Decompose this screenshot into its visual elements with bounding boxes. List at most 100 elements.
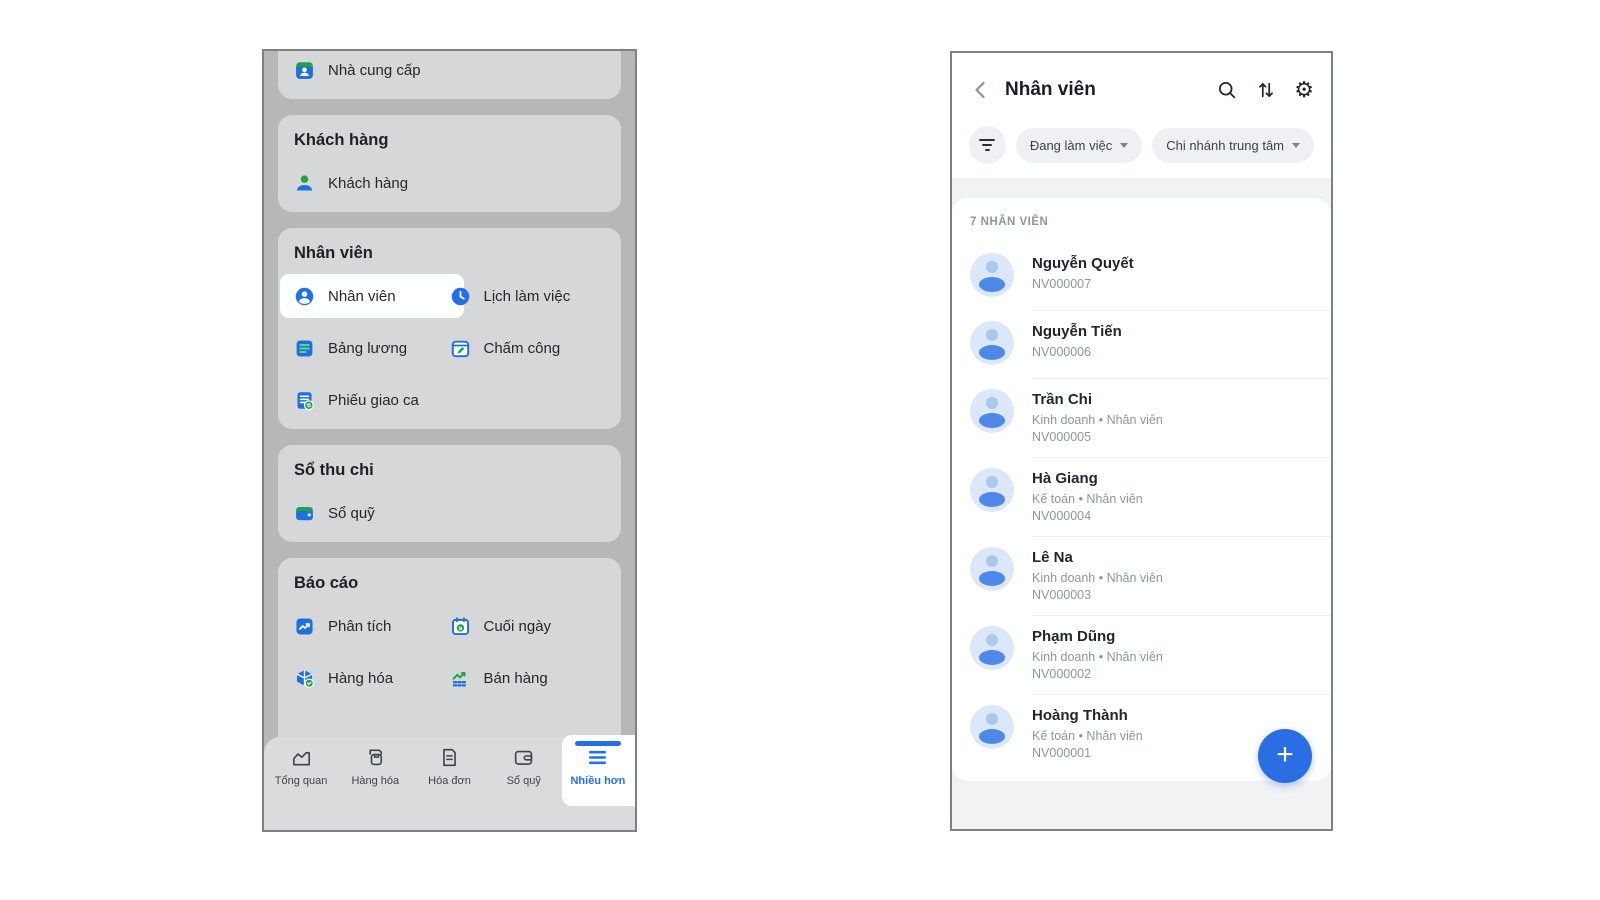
payroll-icon [296,339,313,357]
menu-item-label: Cuối ngày [483,617,552,635]
end-of-day-icon [451,616,469,635]
add-employee-fab[interactable]: + [1258,729,1312,783]
employee-name: Nguyễn Tiến [1032,323,1122,340]
supplier-icon [296,61,313,79]
employee-id: NV000002 [1032,667,1092,681]
back-icon[interactable] [969,78,993,102]
search-icon[interactable] [1216,79,1238,101]
menu-card-nhan-vien: Nhân viên Nhân viên Lịch làm việc Bảng l… [278,228,621,429]
employee-row[interactable]: Phạm Dũng Kinh doanh • Nhân viên NV00000… [952,615,1331,694]
menu-item-cuoi-ngay[interactable]: Cuối ngày [450,613,606,639]
menu-item-label: Bán hàng [483,669,548,687]
employee-role: Kế toán • Nhân viên [1032,492,1143,506]
menu-item-khach-hang[interactable]: Khách hàng [294,170,450,196]
right-phone-employee-screen: Nhân viên ⚙ Đang làm việc Chi nhánh trun… [950,51,1333,831]
menu-item-label: Sổ quỹ [328,504,375,522]
employee-id: NV000003 [1032,588,1092,602]
overview-icon [292,751,310,766]
menu-item-label: Nhà cung cấp [328,61,421,79]
nav-tab-nhieu-hon[interactable]: Nhiều hơn [561,735,635,830]
active-tab-indicator [574,741,621,746]
employee-row[interactable]: Lê Na Kinh doanh • Nhân viên NV000003 [952,536,1331,615]
nav-tab-hang-hoa[interactable]: Hàng hóa [338,746,412,830]
chip-label: Đang làm việc [1029,137,1113,153]
products-icon [369,749,382,766]
menu-item-nha-cung-cap[interactable]: Nhà cung cấp [294,57,605,83]
nav-label: Sổ quỹ [506,775,541,787]
cash-book-icon [296,506,313,520]
section-title: Sổ thu chi [294,461,374,479]
menu-item-label: Khách hàng [328,174,409,192]
chevron-down-icon [1120,143,1129,148]
nav-tab-tong-quan[interactable]: Tổng quan [264,746,338,830]
plus-icon: + [1276,738,1294,771]
menu-item-lich-lam-viec[interactable]: Lịch làm việc [450,283,606,309]
menu-item-label: Lịch làm việc [483,287,571,305]
menu-item-label: Hàng hóa [328,669,394,687]
menu-item-label: Phiếu giao ca [328,391,419,409]
employee-row[interactable]: Nguyễn Quyết NV000007 [952,242,1331,310]
chevron-down-icon [1292,143,1300,148]
customer-icon [296,174,313,190]
menu-item-label: Phân tích [328,617,392,635]
menu-item-ban-hang-report[interactable]: Bán hàng [450,665,606,691]
menu-item-hang-hoa-report[interactable]: Hàng hóa [294,665,450,691]
section-title: Báo cáo [294,574,359,592]
avatar [970,468,1014,512]
nav-tab-hoa-don[interactable]: Hóa đơn [412,746,486,830]
menu-card-khach-hang: Khách hàng Khách hàng [278,115,621,212]
goods-report-icon [296,669,314,688]
nav-label: Hàng hóa [351,775,400,787]
menu-item-cham-cong[interactable]: Chấm công [450,335,606,361]
filter-chip-status[interactable]: Đang làm việc [1015,127,1143,163]
more-menu-icon [589,750,607,765]
analytics-icon [296,617,313,635]
menu-card-partial: Nhà cung cấp [278,51,621,99]
employee-id: NV000001 [1032,746,1092,760]
employee-name: Hoàng Thành [1032,707,1128,724]
menu-card-so-thu-chi: Sổ thu chi Sổ quỹ [278,445,621,542]
left-phone-menu-screen: Nhà cung cấp Khách hàng Khách hàng Nhân … [262,49,637,832]
page-title: Nhân viên [1005,78,1096,100]
employee-role: Kinh doanh • Nhân viên [1032,413,1163,427]
nav-label: Nhiều hơn [570,775,626,787]
nav-tab-so-quy[interactable]: Sổ quỹ [487,746,561,830]
employee-role: Kinh doanh • Nhân viên [1032,650,1163,664]
sales-report-icon [452,671,468,686]
menu-item-nhan-vien-highlighted[interactable]: Nhân viên [280,274,464,318]
sort-icon[interactable] [1255,79,1277,101]
page: Nhà cung cấp Khách hàng Khách hàng Nhân … [0,0,1600,900]
employee-name: Phạm Dũng [1032,628,1116,645]
menu-item-bang-luong[interactable]: Bảng lương [294,335,450,361]
shift-handover-icon [297,391,314,410]
employee-role: Kế toán • Nhân viên [1032,729,1143,743]
settings-gear-icon[interactable]: ⚙ [1294,78,1314,101]
employee-name: Hà Giang [1032,470,1098,487]
employee-icon [295,287,314,305]
work-schedule-icon [451,287,469,305]
employee-row[interactable]: Nguyễn Tiến NV000006 [952,310,1331,378]
menu-item-phan-tich[interactable]: Phân tích [294,613,450,639]
avatar [970,705,1014,749]
timekeeping-icon [451,340,469,357]
employee-id: NV000005 [1032,430,1092,444]
employee-row[interactable]: Trần Chi Kinh doanh • Nhân viên NV000005 [952,378,1331,457]
menu-item-label: Nhân viên [328,287,396,305]
employee-count-label: 7 NHÂN VIÊN [970,216,1049,228]
section-title: Khách hàng [294,131,389,149]
employee-row[interactable]: Hà Giang Kế toán • Nhân viên NV000004 [952,457,1331,536]
employee-name: Trần Chi [1032,391,1093,408]
header-area: Nhân viên ⚙ Đang làm việc Chi nhánh trun… [952,53,1331,178]
menu-item-phieu-giao-ca[interactable]: Phiếu giao ca [294,387,450,413]
avatar [970,547,1014,591]
invoice-icon [443,748,456,767]
menu-item-label: Bảng lương [328,339,408,357]
avatar [970,253,1014,297]
wallet-icon [515,750,533,765]
filter-chip-branch[interactable]: Chi nhánh trung tâm [1152,127,1314,163]
employee-role: Kinh doanh • Nhân viên [1032,571,1163,585]
filter-lines-icon[interactable] [969,126,1006,164]
nav-label: Tổng quan [274,775,328,787]
menu-item-so-quy[interactable]: Sổ quỹ [294,500,450,526]
avatar [970,321,1014,365]
